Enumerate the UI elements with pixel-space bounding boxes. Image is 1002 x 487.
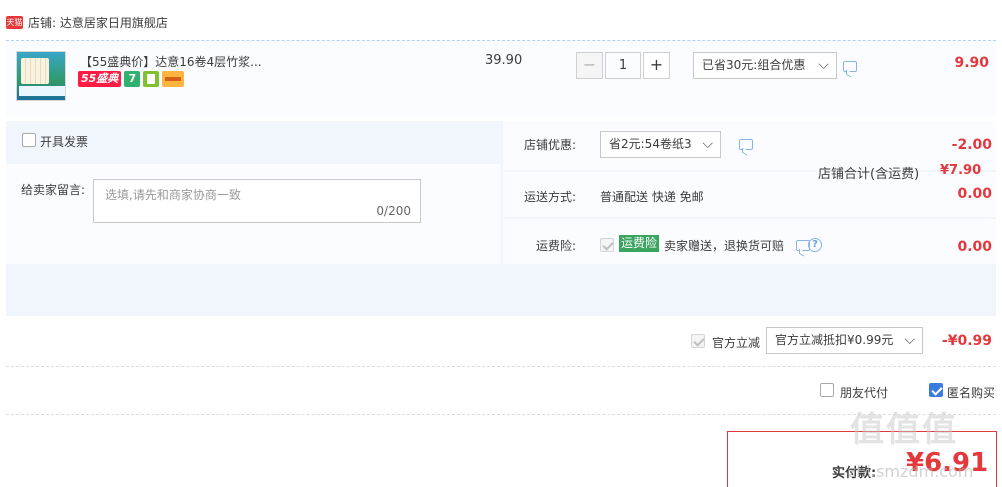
insurance-text: 卖家赠送，退换货可赔 xyxy=(664,239,785,253)
shipping-amount: 0.00 xyxy=(957,186,992,202)
divider xyxy=(6,414,996,415)
shop-settlement: 开具发票 给卖家留言: 选填,请先和商家协商一致 0/200 店铺优惠: 省2元… xyxy=(6,121,996,316)
watermark-logo: 值值值 xyxy=(850,410,958,450)
anonymous-purchase-label[interactable]: 匿名购买 xyxy=(947,384,995,401)
quantity-increase-button[interactable]: + xyxy=(643,52,670,79)
tmall-icon: 天猫 xyxy=(6,15,23,29)
shop-total-row xyxy=(6,264,996,316)
official-discount-value: 官方立减抵扣¥0.99元 xyxy=(775,333,894,347)
remark-char-count: 0/200 xyxy=(376,204,411,218)
invoice-label[interactable]: 开具发票 xyxy=(40,133,88,150)
quantity-decrease-button[interactable]: − xyxy=(576,52,603,79)
friend-pay-label[interactable]: 朋友代付 xyxy=(840,384,888,401)
combo-discount-value: 已省30元:组合优惠 xyxy=(702,58,806,72)
insurance-amount: 0.00 xyxy=(957,239,992,255)
shop-header: 天猫 店铺: 达意居家日用旗舰店 xyxy=(6,12,168,32)
official-discount-checkbox xyxy=(691,334,705,348)
help-icon[interactable]: ? xyxy=(808,238,822,252)
remark-textarea[interactable]: 选填,请先和商家协商一致 0/200 xyxy=(93,179,421,223)
chevron-down-icon: ⌵ xyxy=(818,57,829,73)
product-title[interactable]: 【55盛典价】达意16卷4层竹浆... xyxy=(80,53,262,70)
friend-pay-checkbox[interactable] xyxy=(820,383,834,397)
product-image-icon xyxy=(21,58,49,84)
product-image-label xyxy=(19,86,65,96)
product-thumbnail[interactable] xyxy=(16,51,66,101)
insurance-label: 运费险: xyxy=(535,239,576,253)
shop-discount-select[interactable]: 省2元:54卷纸3 ⌵ xyxy=(600,131,721,158)
shop-discount-label: 店铺优惠: xyxy=(523,138,576,152)
shop-title[interactable]: 店铺: 达意居家日用旗舰店 xyxy=(28,14,168,31)
shop-discount-value: 省2元:54卷纸3 xyxy=(609,137,692,151)
quantity-input[interactable]: 1 xyxy=(605,52,641,79)
shop-total-label: 店铺合计(含运费) xyxy=(818,167,920,182)
credit-card-tag-icon xyxy=(162,71,185,87)
message-icon[interactable] xyxy=(739,139,753,150)
anonymous-purchase-checkbox[interactable] xyxy=(929,383,943,397)
seven-day-return-tag: 7 xyxy=(124,71,141,87)
order-item-row: 【55盛典价】达意16卷4层竹浆... 55盛典 7 39.90 − 1 + 已… xyxy=(6,40,996,118)
invoice-checkbox[interactable] xyxy=(22,133,36,147)
insurance-checkbox xyxy=(600,238,614,252)
shop-discount-amount: -2.00 xyxy=(951,137,992,153)
official-discount-amount: -¥0.99 xyxy=(941,333,992,349)
promo-tag: 55盛典 xyxy=(78,71,122,87)
watermark-url: zhi.smzdm.com xyxy=(848,462,974,481)
official-discount-label: 官方立减 xyxy=(712,336,761,350)
remark-label: 给卖家留言: xyxy=(21,183,86,197)
message-icon[interactable] xyxy=(843,61,857,72)
chevron-down-icon: ⌵ xyxy=(702,136,713,152)
shop-total-value: ¥7.90 xyxy=(940,163,982,178)
combo-discount-select[interactable]: 已省30元:组合优惠 ⌵ xyxy=(693,52,837,79)
remark-placeholder: 选填,请先和商家协商一致 xyxy=(105,188,241,202)
quantity-stepper: − 1 + xyxy=(576,52,670,79)
divider xyxy=(6,366,996,367)
item-subtotal: 9.90 xyxy=(954,55,989,71)
settlement-left-panel: 开具发票 给卖家留言: 选填,请先和商家协商一致 0/200 xyxy=(6,121,500,264)
product-tags: 55盛典 7 xyxy=(78,71,185,87)
invoice-tag-icon xyxy=(143,71,160,87)
shipping-label: 运送方式: xyxy=(523,190,576,204)
shipping-method: 普通配送 快递 免邮 xyxy=(600,190,704,204)
unit-price: 39.90 xyxy=(485,53,523,68)
insurance-badge: 运费险 xyxy=(619,235,660,252)
